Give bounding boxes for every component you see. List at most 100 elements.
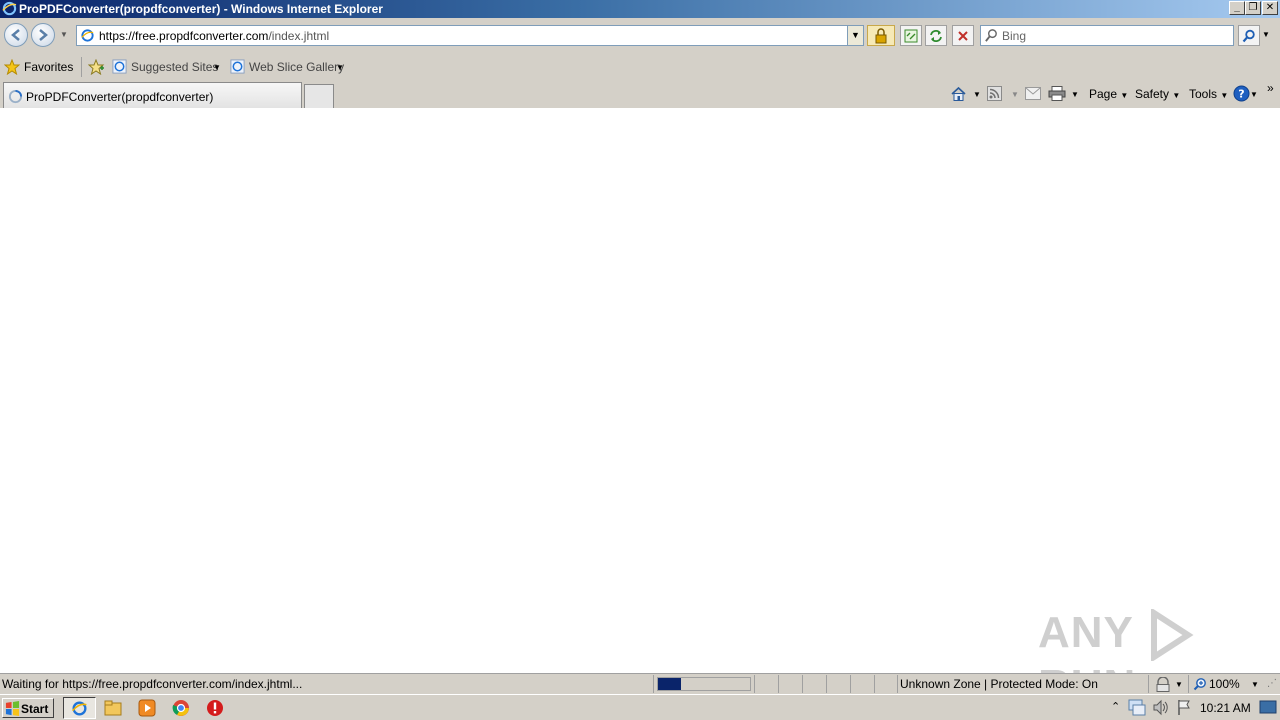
status-divider — [1148, 675, 1149, 693]
page-content[interactable] — [0, 108, 1280, 673]
volume-icon[interactable] — [1152, 699, 1169, 716]
page-ie-icon — [81, 29, 94, 42]
start-button[interactable]: Start — [2, 698, 54, 718]
safety-menu[interactable]: Safety ▼ — [1135, 87, 1180, 101]
status-divider — [897, 675, 898, 693]
web-slice-gallery-link[interactable]: Web Slice Gallery — [249, 60, 344, 74]
web-slice-gallery-dropdown[interactable]: ▼ — [336, 63, 344, 72]
minimize-button[interactable]: _ — [1229, 1, 1245, 15]
address-bar[interactable]: https://free.propdfconverter.com/index.j… — [76, 25, 864, 46]
show-hidden-icons-button[interactable]: ⌃ — [1111, 700, 1120, 713]
security-lock-button[interactable] — [867, 25, 895, 46]
title-bar: ProPDFConverter(propdfconverter) - Windo… — [0, 0, 1280, 18]
status-bar: Waiting for https://free.propdfconverter… — [0, 673, 1280, 694]
feeds-dropdown[interactable]: ▼ — [1011, 90, 1019, 99]
ie-logo-icon — [2, 1, 17, 16]
restore-button[interactable]: ❐ — [1245, 1, 1261, 15]
tools-menu[interactable]: Tools ▼ — [1189, 87, 1228, 101]
favorites-star-icon — [4, 59, 20, 75]
back-button[interactable] — [4, 23, 28, 47]
suggested-sites-icon — [112, 59, 127, 74]
file-explorer-icon[interactable] — [104, 699, 122, 717]
help-dropdown[interactable]: ▼ — [1250, 90, 1258, 99]
media-player-icon[interactable] — [138, 699, 156, 717]
tools-menu-label: Tools — [1189, 87, 1218, 101]
favorites-bar: Favorites Suggested Sites ▼ Web Slice Ga… — [0, 54, 1280, 80]
windows-logo-icon — [5, 701, 20, 716]
favorites-divider — [81, 57, 82, 77]
status-divider — [802, 675, 803, 693]
search-options-dropdown[interactable]: ▼ — [1262, 30, 1270, 39]
home-icon[interactable] — [950, 85, 967, 102]
status-divider — [826, 675, 827, 693]
status-divider — [653, 675, 654, 693]
new-tab-button[interactable] — [304, 84, 334, 108]
alert-app-icon[interactable] — [206, 699, 224, 717]
tab-active[interactable]: ProPDFConverter(propdfconverter) — [3, 82, 302, 108]
search-button[interactable] — [1238, 25, 1260, 46]
ie-taskbar-icon — [71, 701, 87, 716]
taskbar-ie-button[interactable] — [63, 697, 96, 719]
zone-dropdown[interactable]: ▼ — [1175, 680, 1183, 689]
status-divider — [1188, 675, 1189, 693]
search-provider-icon — [985, 29, 997, 42]
suggested-sites-link[interactable]: Suggested Sites — [131, 60, 218, 74]
tab-label: ProPDFConverter(propdfconverter) — [26, 90, 214, 104]
action-center-icon[interactable] — [1128, 699, 1146, 716]
address-dropdown-button[interactable]: ▼ — [847, 26, 863, 45]
play-logo-icon — [1151, 607, 1194, 663]
progress-fill — [658, 678, 681, 690]
close-window-button[interactable]: ✕ — [1262, 1, 1278, 15]
system-clock[interactable]: 10:21 AM — [1200, 701, 1251, 715]
forward-button[interactable] — [31, 23, 55, 47]
network-flag-icon[interactable] — [1176, 699, 1192, 716]
suggested-sites-dropdown[interactable]: ▼ — [213, 63, 221, 72]
show-desktop-icon[interactable] — [1259, 700, 1277, 715]
page-menu-label: Page — [1089, 87, 1118, 101]
search-placeholder: Bing — [1002, 29, 1027, 43]
safety-menu-label: Safety — [1135, 87, 1170, 101]
url-protocol: https:// — [99, 29, 136, 43]
recent-pages-dropdown[interactable]: ▼ — [60, 30, 68, 39]
search-input[interactable]: Bing — [980, 25, 1234, 46]
protected-mode-icon[interactable] — [1155, 677, 1171, 692]
zoom-icon[interactable] — [1193, 677, 1207, 691]
watermark-left: ANY — [1038, 608, 1134, 657]
status-divider — [874, 675, 875, 693]
status-text: Waiting for https://free.propdfconverter… — [2, 677, 303, 691]
page-menu[interactable]: Page ▼ — [1089, 87, 1128, 101]
help-icon[interactable]: ? — [1233, 85, 1250, 102]
refresh-button[interactable] — [925, 25, 947, 46]
compatibility-icon — [904, 29, 918, 43]
home-dropdown[interactable]: ▼ — [973, 90, 981, 99]
chrome-icon[interactable] — [172, 699, 190, 717]
read-mail-icon[interactable] — [1025, 87, 1041, 100]
url-text[interactable]: https://free.propdfconverter.com/index.j… — [99, 29, 329, 43]
add-to-favorites-bar-icon[interactable] — [88, 59, 105, 75]
zoom-dropdown[interactable]: ▼ — [1251, 680, 1259, 689]
stop-button[interactable] — [952, 25, 974, 46]
status-divider — [778, 675, 779, 693]
magnifier-icon — [1242, 29, 1255, 43]
start-label: Start — [21, 702, 49, 716]
rss-feed-icon[interactable] — [987, 86, 1002, 101]
security-zone-text[interactable]: Unknown Zone | Protected Mode: On — [900, 677, 1098, 691]
chevron-more-icon[interactable]: » — [1267, 81, 1274, 95]
resize-grip-icon[interactable]: ⋰ — [1267, 678, 1279, 692]
navigation-bar: ▼ https://free.propdfconverter.com/index… — [0, 18, 1280, 54]
stop-x-icon — [958, 31, 968, 41]
window-title: ProPDFConverter(propdfconverter) - Windo… — [19, 2, 383, 16]
print-dropdown[interactable]: ▼ — [1071, 90, 1079, 99]
print-icon[interactable] — [1048, 86, 1066, 101]
back-arrow-icon — [11, 29, 20, 41]
progress-bar — [657, 677, 751, 691]
refresh-icon — [930, 30, 942, 42]
svg-text:?: ? — [1238, 88, 1244, 101]
compatibility-view-button[interactable] — [900, 25, 922, 46]
forward-arrow-icon — [39, 29, 48, 41]
favorites-button[interactable]: Favorites — [24, 60, 73, 74]
status-divider — [754, 675, 755, 693]
url-path: /index.jhtml — [268, 29, 330, 43]
url-domain: free.propdfconverter.com — [135, 29, 269, 43]
zoom-level[interactable]: 100% — [1209, 677, 1240, 691]
